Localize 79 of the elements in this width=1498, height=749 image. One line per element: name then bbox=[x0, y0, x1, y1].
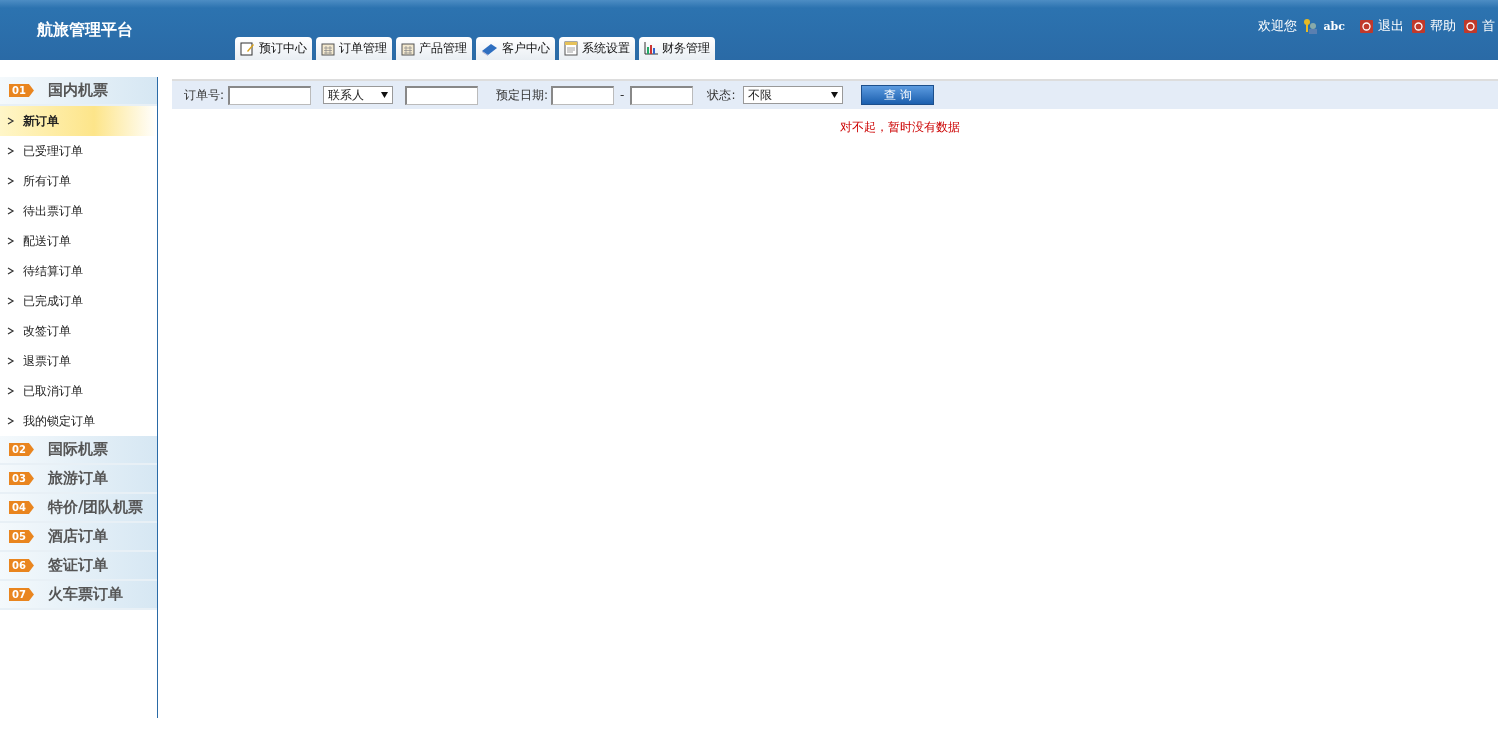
nav-tab[interactable]: 客户中心 bbox=[476, 37, 555, 60]
user-key-icon bbox=[1302, 18, 1319, 34]
dropdown-arrow-icon bbox=[381, 92, 389, 98]
calendar-icon bbox=[321, 41, 335, 56]
sidebar-item[interactable]: 改签订单 bbox=[0, 316, 157, 346]
group-label: 特价/团队机票 bbox=[47, 498, 144, 517]
sidebar-group-header[interactable]: 06 签证订单 bbox=[0, 552, 157, 581]
sidebar-item[interactable]: 新订单 bbox=[0, 106, 157, 136]
sidebar-item[interactable]: 退票订单 bbox=[0, 346, 157, 376]
group-label: 酒店订单 bbox=[47, 527, 108, 546]
bar-chart-icon bbox=[644, 42, 658, 55]
no-data-message: 对不起，暂时没有数据 bbox=[839, 119, 961, 136]
caret-icon bbox=[7, 147, 15, 155]
sidebar-group-header[interactable]: 03 旅游订单 bbox=[0, 465, 157, 494]
power-icon bbox=[1464, 19, 1477, 33]
caret-icon bbox=[7, 297, 15, 305]
sidebar-group-header[interactable]: 07 火车票订单 bbox=[0, 581, 157, 610]
power-icon bbox=[1412, 19, 1425, 33]
sidebar-group-header[interactable]: 02 国际机票 bbox=[0, 436, 157, 465]
number-badge: 06 bbox=[9, 559, 34, 572]
document-icon bbox=[564, 41, 578, 56]
number-badge: 07 bbox=[9, 588, 34, 601]
number-badge: 02 bbox=[9, 443, 34, 456]
number-badge: 04 bbox=[9, 501, 34, 514]
group-label: 火车票订单 bbox=[47, 585, 123, 604]
date-to-field[interactable] bbox=[630, 85, 694, 105]
number-badge: 01 bbox=[9, 84, 34, 97]
number-badge: 03 bbox=[9, 472, 34, 485]
book-icon bbox=[481, 41, 498, 56]
sidebar-group-header[interactable]: 04 特价/团队机票 bbox=[0, 494, 157, 523]
power-icon bbox=[1360, 19, 1373, 33]
caret-icon bbox=[7, 207, 15, 215]
caret-icon bbox=[7, 357, 15, 365]
group-label: 签证订单 bbox=[47, 556, 108, 575]
caret-icon bbox=[7, 177, 15, 185]
sidebar-group-header[interactable]: 05 酒店订单 bbox=[0, 523, 157, 552]
nav-tab[interactable]: 订单管理 bbox=[316, 37, 392, 60]
nav-tab[interactable]: 产品管理 bbox=[396, 37, 472, 60]
caret-icon bbox=[7, 327, 15, 335]
nav-tab[interactable]: 财务管理 bbox=[639, 37, 715, 60]
header-link[interactable]: 首 bbox=[1482, 17, 1495, 35]
username: abc bbox=[1323, 19, 1345, 33]
welcome-text: 欢迎您 bbox=[1258, 17, 1298, 35]
site-title: 航旅管理平台 bbox=[36, 19, 134, 41]
sidebar-item[interactable]: 待出票订单 bbox=[0, 196, 157, 226]
calendar-icon bbox=[401, 41, 415, 56]
date-separator: - bbox=[620, 88, 625, 102]
sidebar-item[interactable]: 配送订单 bbox=[0, 226, 157, 256]
caret-icon bbox=[7, 387, 15, 395]
header-link[interactable]: 退出 bbox=[1378, 17, 1404, 35]
booking-date-label: 预定日期: bbox=[496, 86, 549, 104]
group-label: 旅游订单 bbox=[47, 469, 108, 488]
caret-icon bbox=[7, 237, 15, 245]
nav-tab[interactable]: 预订中心 bbox=[235, 37, 312, 60]
query-button[interactable]: 查 询 bbox=[861, 85, 935, 105]
dropdown-arrow-icon bbox=[831, 92, 839, 98]
header-link[interactable]: 帮助 bbox=[1430, 17, 1456, 35]
group-label: 国际机票 bbox=[47, 440, 108, 459]
caret-icon bbox=[7, 267, 15, 275]
notepad-pencil-icon bbox=[240, 41, 255, 56]
sidebar-item[interactable]: 已取消订单 bbox=[0, 376, 157, 406]
number-badge: 05 bbox=[9, 530, 34, 543]
sidebar-item[interactable]: 已完成订单 bbox=[0, 286, 157, 316]
status-select[interactable]: 不限 bbox=[743, 86, 844, 104]
nav-tab[interactable]: 系统设置 bbox=[559, 37, 635, 60]
contact-select[interactable]: 联系人 bbox=[323, 86, 394, 104]
group-label: 国内机票 bbox=[47, 81, 108, 100]
status-label: 状态: bbox=[707, 86, 736, 104]
sidebar-item[interactable]: 待结算订单 bbox=[0, 256, 157, 286]
caret-icon bbox=[7, 117, 15, 125]
caret-icon bbox=[7, 417, 15, 425]
order-number-field[interactable] bbox=[228, 85, 312, 105]
date-from-field[interactable] bbox=[551, 85, 615, 105]
order-number-label: 订单号: bbox=[184, 86, 225, 104]
contact-field[interactable] bbox=[405, 85, 479, 105]
sidebar-item[interactable]: 我的锁定订单 bbox=[0, 406, 157, 436]
sidebar-item[interactable]: 所有订单 bbox=[0, 166, 157, 196]
sidebar-group-header[interactable]: 01 国内机票 bbox=[0, 77, 157, 106]
sidebar-item[interactable]: 已受理订单 bbox=[0, 136, 157, 166]
